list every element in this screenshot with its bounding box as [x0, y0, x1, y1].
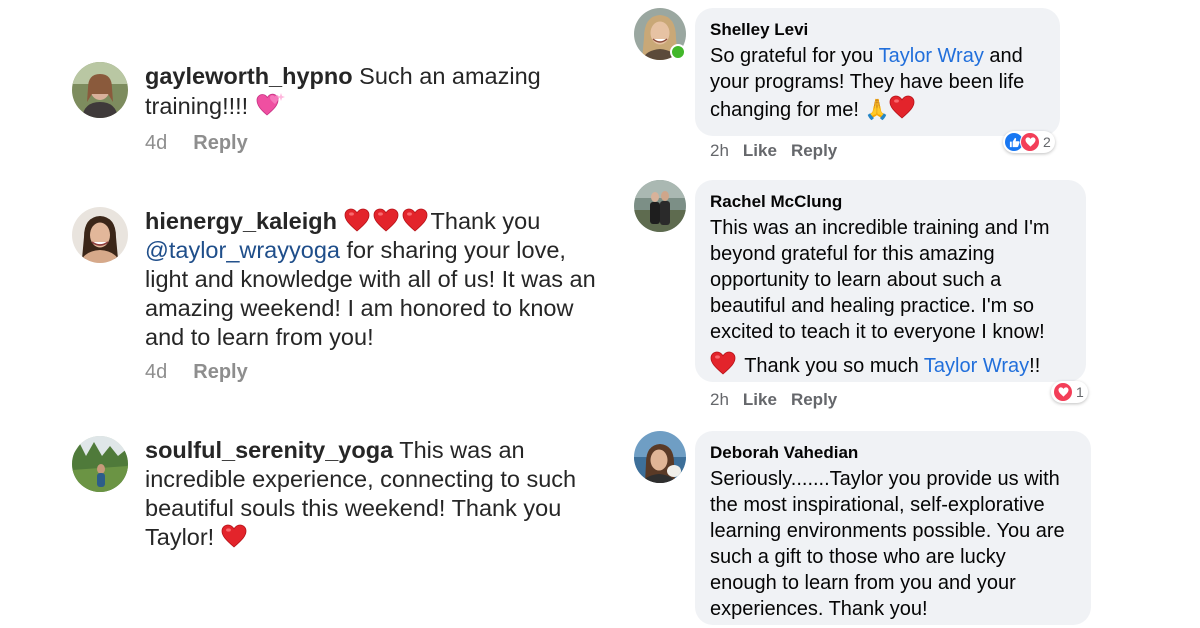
comment-time[interactable]: 2h [710, 141, 729, 160]
red-heart-icon [373, 208, 399, 232]
folded-hands-icon: 🙏 [864, 99, 890, 121]
online-status-indicator [670, 44, 686, 60]
comment-text: Thank you so much [739, 355, 924, 377]
avatar[interactable] [634, 180, 686, 232]
comment-body: This was an incredible training and I'm … [710, 217, 1050, 343]
comment-username[interactable]: hienergy_kaleigh [145, 208, 337, 234]
comment-text: !! [1029, 355, 1041, 377]
reaction-summary[interactable]: 1 [1051, 381, 1088, 403]
comment-age: 4d [145, 132, 168, 154]
comment-bubble: Rachel McClung This was an incredible tr… [695, 180, 1086, 382]
red-heart-icon [344, 208, 370, 232]
reply-button[interactable]: Reply [193, 132, 247, 154]
reply-button[interactable]: Reply [791, 141, 837, 160]
avatar[interactable] [634, 431, 686, 483]
comment-meta: 4d Reply [145, 361, 248, 384]
tagged-user-link[interactable]: Taylor Wray [924, 355, 1029, 377]
comment-username[interactable]: soulful_serenity_yoga [145, 437, 393, 463]
comment-username[interactable]: gayleworth_hypno [145, 63, 353, 89]
comment-author[interactable]: Rachel McClung [710, 192, 1070, 212]
comment-time[interactable]: 2h [710, 390, 729, 409]
love-reaction-icon [1053, 382, 1073, 402]
comment-text: gayleworth_hypno Such an amazing trainin… [145, 62, 615, 121]
reaction-count: 2 [1043, 134, 1051, 150]
red-heart-icon [710, 351, 736, 375]
comment-body: Seriously.......Taylor you provide us wi… [710, 468, 1065, 620]
comment-author[interactable]: Shelley Levi [710, 20, 1044, 40]
comment-text: So grateful for you [710, 45, 879, 67]
red-heart-icon [889, 95, 915, 119]
comment-body: Thank you [430, 208, 541, 234]
comment-age: 4d [145, 361, 168, 383]
love-reaction-icon [1020, 132, 1040, 152]
like-button[interactable]: Like [743, 141, 777, 160]
comment-actions: 2h Like Reply [710, 390, 837, 410]
sparkling-heart-icon [255, 91, 285, 117]
comment-author[interactable]: Deborah Vahedian [710, 443, 1075, 463]
comment-bubble: Shelley Levi So grateful for you Taylor … [695, 8, 1060, 136]
reaction-count: 1 [1076, 384, 1084, 400]
comment-text: soulful_serenity_yoga This was an incred… [145, 436, 615, 552]
reply-button[interactable]: Reply [193, 361, 247, 383]
avatar[interactable] [72, 436, 128, 492]
comment-actions: 2h Like Reply [710, 141, 837, 161]
like-button[interactable]: Like [743, 390, 777, 409]
mention-link[interactable]: @taylor_wrayyoga [145, 237, 340, 263]
comment-bubble: Deborah Vahedian Seriously.......Taylor … [695, 431, 1091, 625]
reply-button[interactable]: Reply [791, 390, 837, 409]
avatar[interactable] [72, 62, 128, 118]
comment-text: hienergy_kaleigh Thank you @taylor_wrayy… [145, 207, 615, 352]
red-heart-icon [402, 208, 428, 232]
comment-body: So grateful for you Taylor Wray and your… [710, 43, 1044, 123]
tagged-user-link[interactable]: Taylor Wray [879, 45, 984, 67]
comment-body: Thank you so much Taylor Wray!! [710, 351, 1070, 379]
reaction-summary[interactable]: 2 [1003, 131, 1055, 153]
avatar[interactable] [72, 207, 128, 263]
comment-meta: 4d Reply [145, 132, 248, 155]
red-heart-icon [221, 524, 247, 548]
